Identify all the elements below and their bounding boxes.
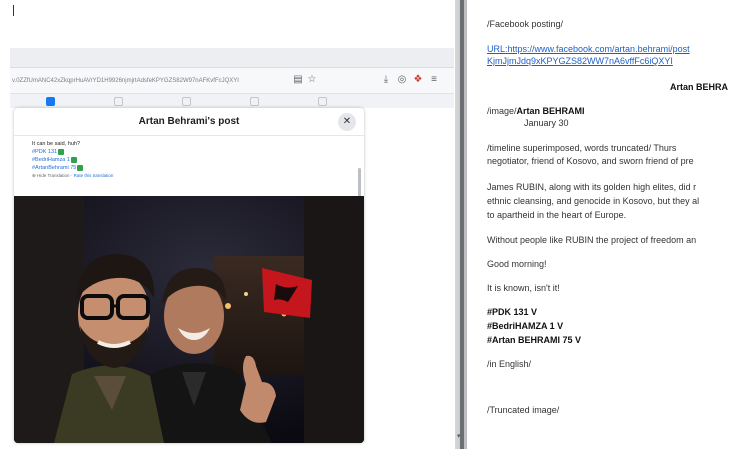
post-intro: It can be said, huh? xyxy=(32,141,81,147)
check-icon xyxy=(70,156,77,163)
post-modal: Artan Behrami's post ✕ It can be said, h… xyxy=(14,108,364,443)
close-icon: ✕ xyxy=(342,116,352,127)
doc-paragraph-1: /timeline superimposed, words truncated/… xyxy=(487,143,677,153)
groups-icon[interactable] xyxy=(318,97,327,106)
doc-image-label: /image/Artan BEHRAMI xyxy=(487,106,585,116)
reader-icon[interactable]: ▤ xyxy=(292,74,304,86)
modal-header: Artan Behrami's post ✕ xyxy=(14,108,364,136)
globe-icon: ⊕ xyxy=(32,173,36,178)
translate-line: ⊕ Hide Translation · Rate this translati… xyxy=(32,173,114,178)
doc-paragraph-3: Without people like RUBIN the project of… xyxy=(487,235,697,245)
post-text: It can be said, huh? #PDK 131 #BedriHamz… xyxy=(32,140,352,180)
browser-address-row: v.0ZZfUmANC42xZkqprHuAVrYD1H9926njmjrtAd… xyxy=(10,68,454,94)
browser-tab-strip xyxy=(10,48,454,68)
rate-translation-link[interactable]: Rate this translation xyxy=(74,173,114,178)
shield-icon[interactable]: ◎ xyxy=(396,74,408,86)
hashtag-line[interactable]: #BedriHamza 1 xyxy=(32,156,352,164)
friends-icon[interactable] xyxy=(114,97,123,106)
facebook-nav-strip xyxy=(10,94,454,108)
check-icon xyxy=(77,164,84,171)
menu-icon[interactable]: ≡ xyxy=(428,74,440,86)
doc-truncated-image: /Truncated image/ xyxy=(487,405,560,415)
hashtag-line[interactable]: #ArtanBehrami 75 xyxy=(32,164,352,172)
document-panel: /Facebook posting/ URL:https://www.faceb… xyxy=(468,0,742,449)
extension-icon[interactable]: ❖ xyxy=(412,74,424,86)
doc-vote-3: #Artan BEHRAMI 75 V xyxy=(487,335,582,345)
hide-translation-link[interactable]: Hide Translation xyxy=(37,173,70,178)
modal-title: Artan Behrami's post xyxy=(138,116,240,127)
watch-icon[interactable] xyxy=(182,97,191,106)
doc-paragraph-1-cont: negotiator, friend of Kosovo, and sworn … xyxy=(487,156,694,166)
doc-paragraph-2-cont: ethnic cleansing, and genocide in Kosovo… xyxy=(487,196,700,206)
download-icon[interactable]: ⤓ xyxy=(380,74,392,86)
doc-paragraph-2: James RUBIN, along with its golden high … xyxy=(487,182,697,192)
doc-known: It is known, isn't it! xyxy=(487,283,560,293)
doc-paragraph-2-end: to apartheid in the heart of Europe. xyxy=(487,210,627,220)
doc-date: January 30 xyxy=(524,118,569,128)
marketplace-icon[interactable] xyxy=(250,97,259,106)
doc-url-link[interactable]: URL:https://www.facebook.com/artan.behra… xyxy=(487,44,690,55)
doc-url-link-cont[interactable]: KjmJjmJdq9xKPYGZS82WW7nA6vffFc6iQXYI xyxy=(487,56,673,67)
home-icon[interactable] xyxy=(46,97,55,106)
split-divider[interactable] xyxy=(460,0,464,449)
hashtag-line[interactable]: #PDK 131 xyxy=(32,148,352,156)
doc-header: /Facebook posting/ xyxy=(487,19,564,29)
post-photo xyxy=(14,196,364,443)
text-cursor xyxy=(13,5,14,16)
browser-screenshot-panel: v.0ZZfUmANC42xZkqprHuAVrYD1H9926njmjrtAd… xyxy=(0,0,462,449)
selfie-photo xyxy=(14,196,364,443)
close-button[interactable]: ✕ xyxy=(338,113,356,131)
doc-vote-1: #PDK 131 V xyxy=(487,307,538,317)
doc-vote-2: #BedriHAMZA 1 V xyxy=(487,321,564,331)
doc-in-english: /in English/ xyxy=(487,359,532,369)
scroll-down-arrow-icon[interactable]: ▾ xyxy=(457,432,461,440)
star-icon[interactable]: ☆ xyxy=(306,74,318,86)
check-icon xyxy=(58,148,65,155)
doc-greeting: Good morning! xyxy=(487,259,547,269)
url-bar[interactable]: v.0ZZfUmANC42xZkqprHuAVrYD1H9926njmjrtAd… xyxy=(10,73,300,89)
doc-author-heading: Artan BEHRA xyxy=(670,82,729,92)
